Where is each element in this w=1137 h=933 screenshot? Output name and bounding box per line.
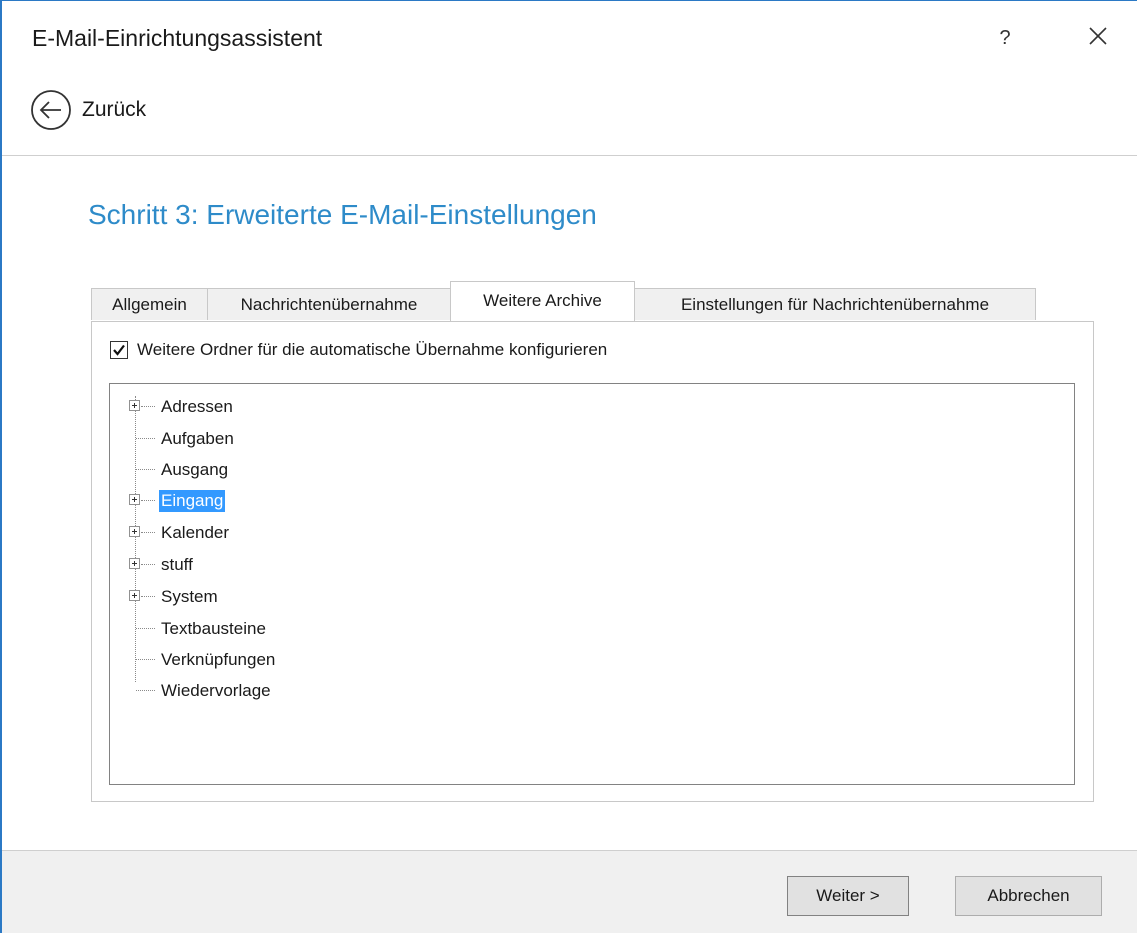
checkmark-icon: [113, 344, 125, 356]
tree-item-label[interactable]: Aufgaben: [159, 428, 236, 450]
expand-icon[interactable]: [129, 558, 140, 569]
footer-bar: Weiter > Abbrechen: [2, 850, 1137, 933]
back-button[interactable]: Zurück: [30, 86, 146, 134]
next-button[interactable]: Weiter >: [787, 876, 909, 916]
tab-allgemein[interactable]: Allgemein: [91, 288, 208, 320]
tree-branch-line: [141, 596, 155, 597]
tree-branch-line: [141, 532, 155, 533]
tab-weitere-archive[interactable]: Weitere Archive: [450, 281, 635, 321]
tree-item-label[interactable]: System: [159, 586, 220, 608]
close-button[interactable]: [1072, 14, 1122, 60]
back-label: Zurück: [82, 98, 147, 121]
expand-icon[interactable]: [129, 400, 140, 411]
tree-branch-line: [136, 628, 155, 629]
tree-branch-line: [136, 469, 155, 470]
tree-item[interactable]: stuff: [110, 550, 1074, 580]
tree-branch-line: [136, 690, 155, 691]
header-divider: [2, 155, 1137, 156]
title-bar: E-Mail-Einrichtungsassistent ?: [2, 0, 1135, 80]
configure-folders-label: Weitere Ordner für die automatische Über…: [137, 340, 608, 359]
tree-item[interactable]: Aufgaben: [110, 424, 1074, 454]
tree-branch-line: [141, 500, 155, 501]
tree-branch-line: [141, 406, 155, 407]
tab-einstellungen-nachrichtenuebernahme[interactable]: Einstellungen für Nachrichtenübernahme: [634, 288, 1036, 320]
configure-folders-checkbox-row[interactable]: Weitere Ordner für die automatische Über…: [110, 340, 607, 360]
back-arrow-icon: [31, 90, 71, 130]
expand-icon[interactable]: [129, 526, 140, 537]
tree-item-label[interactable]: Wiedervorlage: [159, 680, 273, 702]
help-button[interactable]: ?: [982, 18, 1028, 58]
window-title: E-Mail-Einrichtungsassistent: [32, 25, 323, 51]
tree-item[interactable]: Eingang: [110, 486, 1074, 516]
folder-tree[interactable]: Adressen Aufgaben Ausgang Eingang Kalend…: [109, 383, 1075, 785]
window-border: [0, 0, 2, 933]
expand-icon[interactable]: [129, 590, 140, 601]
tree-item-label[interactable]: Adressen: [159, 396, 235, 418]
tree-branch-line: [136, 659, 155, 660]
tree-item[interactable]: Wiedervorlage: [110, 676, 1074, 706]
tree-item-label[interactable]: Ausgang: [159, 459, 230, 481]
cancel-button[interactable]: Abbrechen: [955, 876, 1102, 916]
tree-item-label[interactable]: Textbausteine: [159, 618, 268, 640]
tree-branch-line: [141, 564, 155, 565]
tree-item[interactable]: Kalender: [110, 518, 1074, 548]
tree-item-label-selected[interactable]: Eingang: [159, 490, 226, 512]
tree-item[interactable]: Textbausteine: [110, 614, 1074, 644]
step-title: Schritt 3: Erweiterte E-Mail-Einstellung…: [88, 199, 597, 230]
tree-item-label[interactable]: Verknüpfungen: [159, 649, 277, 671]
tree-item-label[interactable]: stuff: [159, 554, 195, 576]
tree-item[interactable]: Verknüpfungen: [110, 645, 1074, 675]
configure-folders-checkbox[interactable]: [110, 341, 128, 359]
expand-icon[interactable]: [129, 494, 140, 505]
tree-branch-line: [136, 438, 155, 439]
tab-nachrichtenuebernahme[interactable]: Nachrichtenübernahme: [207, 288, 451, 320]
tree-item-label[interactable]: Kalender: [159, 522, 231, 544]
tree-item[interactable]: Adressen: [110, 392, 1074, 422]
tree-item[interactable]: Ausgang: [110, 455, 1074, 485]
tree-item[interactable]: System: [110, 582, 1074, 612]
close-icon: [1089, 27, 1107, 45]
